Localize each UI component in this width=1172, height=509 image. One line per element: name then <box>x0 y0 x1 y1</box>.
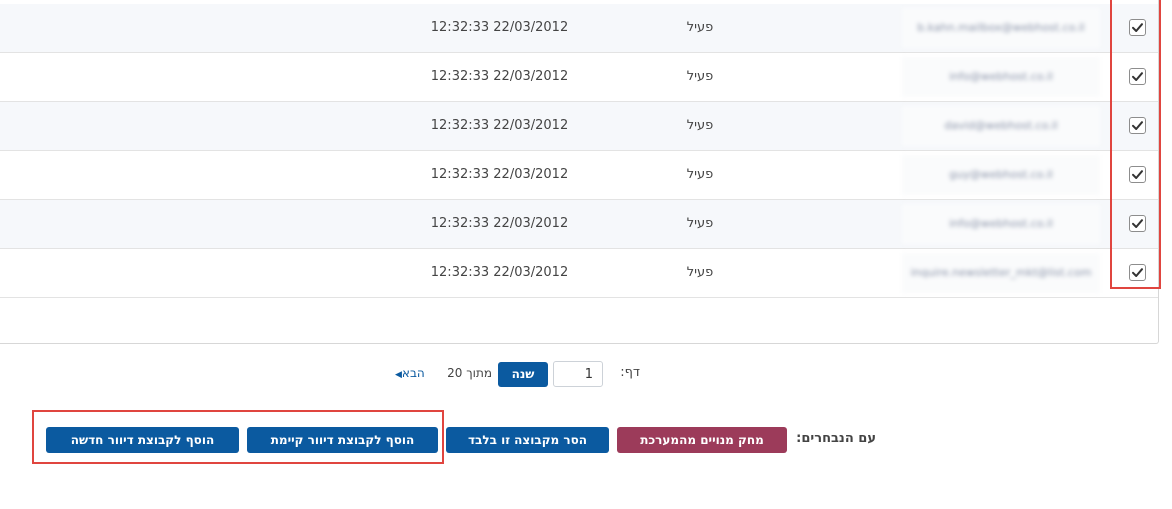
table-row: b.kahn.mailbox@webhost.co.il פעיל 12:32:… <box>0 4 1158 53</box>
table-row: guy@webhost.co.il פעיל 12:32:33 22/03/20… <box>0 151 1158 200</box>
change-page-button[interactable]: שנה <box>498 362 548 387</box>
next-page-label: הבא <box>401 366 425 380</box>
date-cell: 12:32:33 22/03/2012 <box>430 167 569 182</box>
date-cell: 12:32:33 22/03/2012 <box>430 69 569 84</box>
status-cell: פעיל <box>686 69 714 84</box>
check-icon <box>1132 170 1143 179</box>
row-checkbox[interactable] <box>1129 68 1146 85</box>
status-cell: פעיל <box>686 265 714 280</box>
check-icon <box>1132 219 1143 228</box>
email-cell: inquire.newsletter_mkt@list.com <box>902 253 1100 293</box>
date-cell: 12:32:33 22/03/2012 <box>430 118 569 133</box>
remove-from-group-button[interactable]: הסר מקבוצה זו בלבד <box>446 427 609 453</box>
row-checkbox[interactable] <box>1129 166 1146 183</box>
table-row: info@webhost.co.il פעיל 12:32:33 22/03/2… <box>0 200 1158 249</box>
row-checkbox[interactable] <box>1129 117 1146 134</box>
email-cell: b.kahn.mailbox@webhost.co.il <box>902 8 1100 48</box>
table-row: info@webhost.co.il פעיל 12:32:33 22/03/2… <box>0 53 1158 102</box>
status-cell: פעיל <box>686 167 714 182</box>
add-to-existing-group-button[interactable]: הוסף לקבוצת דיוור קיימת <box>247 427 438 453</box>
email-cell: info@webhost.co.il <box>902 204 1100 244</box>
pagination: דף: שנה מתוך 20 הבא◀ <box>0 361 1172 389</box>
add-to-new-group-button[interactable]: הוסף לקבוצת דיוור חדשה <box>46 427 239 453</box>
next-page-link[interactable]: הבא◀ <box>395 366 431 380</box>
status-cell: פעיל <box>686 118 714 133</box>
email-cell: david@webhost.co.il <box>902 106 1100 146</box>
bulk-actions: עם הנבחרים: מחק מנויים מהמערכת הסר מקבוצ… <box>0 426 1172 454</box>
delete-subscribers-button[interactable]: מחק מנויים מהמערכת <box>617 427 787 453</box>
email-cell: guy@webhost.co.il <box>902 155 1100 195</box>
table-row: inquire.newsletter_mkt@list.com פעיל 12:… <box>0 249 1158 298</box>
date-cell: 12:32:33 22/03/2012 <box>430 265 569 280</box>
check-icon <box>1132 268 1143 277</box>
check-icon <box>1132 23 1143 32</box>
check-icon <box>1132 72 1143 81</box>
triangle-left-icon: ◀ <box>395 370 402 380</box>
email-cell: info@webhost.co.il <box>902 57 1100 97</box>
date-cell: 12:32:33 22/03/2012 <box>430 216 569 231</box>
row-checkbox[interactable] <box>1129 19 1146 36</box>
bulk-actions-label: עם הנבחרים: <box>796 431 876 446</box>
page-label: דף: <box>620 365 640 380</box>
subscribers-table: b.kahn.mailbox@webhost.co.il פעיל 12:32:… <box>0 0 1159 344</box>
table-row: david@webhost.co.il פעיל 12:32:33 22/03/… <box>0 102 1158 151</box>
status-cell: פעיל <box>686 20 714 35</box>
status-cell: פעיל <box>686 216 714 231</box>
date-cell: 12:32:33 22/03/2012 <box>430 20 569 35</box>
check-icon <box>1132 121 1143 130</box>
page-number-input[interactable] <box>553 361 603 387</box>
row-checkbox[interactable] <box>1129 215 1146 232</box>
row-checkbox[interactable] <box>1129 264 1146 281</box>
